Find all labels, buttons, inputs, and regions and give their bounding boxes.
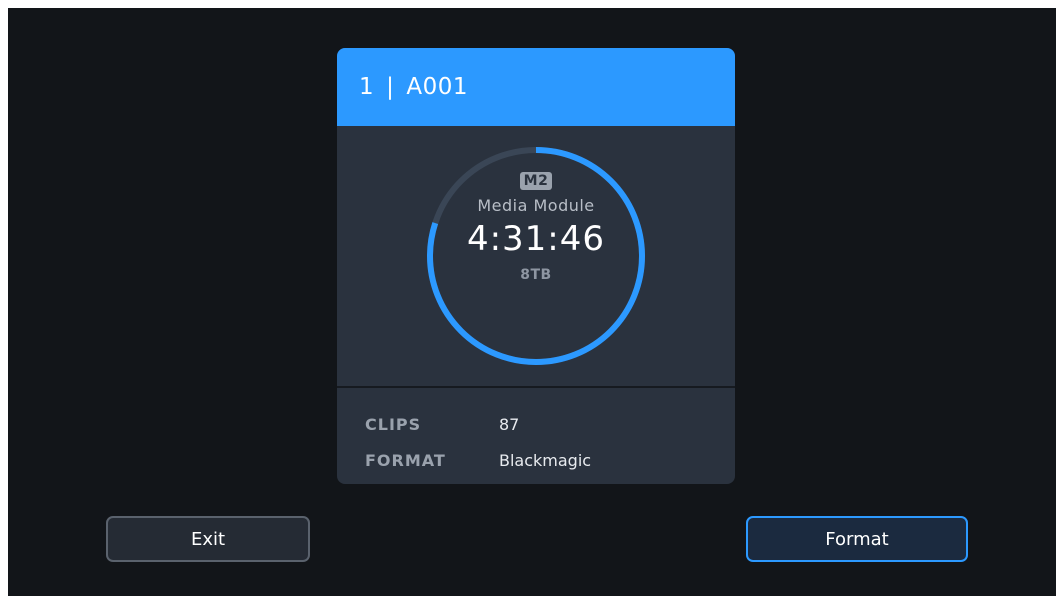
format-label: FORMAT: [365, 450, 446, 470]
media-card-panel: 1 | A001 M2 Media Module 4:31:46 8TB CLI…: [337, 48, 735, 484]
media-type-label: Media Module: [477, 196, 595, 215]
header-separator: |: [386, 74, 395, 100]
clips-label: CLIPS: [365, 414, 422, 434]
card-name: A001: [406, 74, 469, 100]
slot-number: 1: [359, 74, 375, 100]
clips-value: 87: [499, 414, 520, 434]
time-remaining: 4:31:46: [466, 219, 606, 259]
card-info: CLIPS 87 FORMAT Blackmagic: [337, 388, 735, 478]
info-row-format: FORMAT Blackmagic: [365, 442, 735, 478]
info-row-clips: CLIPS 87: [365, 406, 735, 442]
format-button[interactable]: Format: [746, 516, 968, 562]
ring-content: M2 Media Module 4:31:46 8TB: [337, 170, 735, 283]
capacity-label: 8TB: [520, 267, 552, 283]
format-value: Blackmagic: [499, 450, 592, 470]
card-header: 1 | A001: [337, 48, 735, 126]
format-dialog-screen: 1 | A001 M2 Media Module 4:31:46 8TB CLI…: [8, 8, 1056, 596]
capacity-ring-area: M2 Media Module 4:31:46 8TB: [337, 126, 735, 386]
exit-button[interactable]: Exit: [106, 516, 310, 562]
media-module-icon: M2: [519, 172, 553, 190]
